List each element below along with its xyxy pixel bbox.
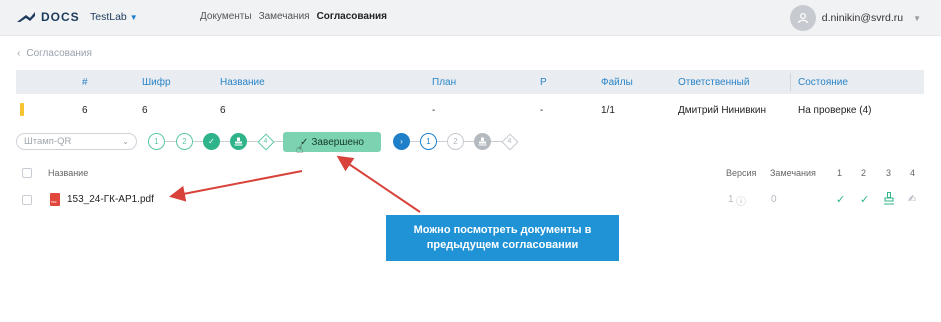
annotation-callout: Можно посмотреть документы в предыдущем … (386, 215, 619, 261)
annotation-arrow-to-button (336, 155, 421, 213)
annotation-arrow-to-file (169, 170, 303, 202)
annotation-arrows (169, 155, 421, 213)
